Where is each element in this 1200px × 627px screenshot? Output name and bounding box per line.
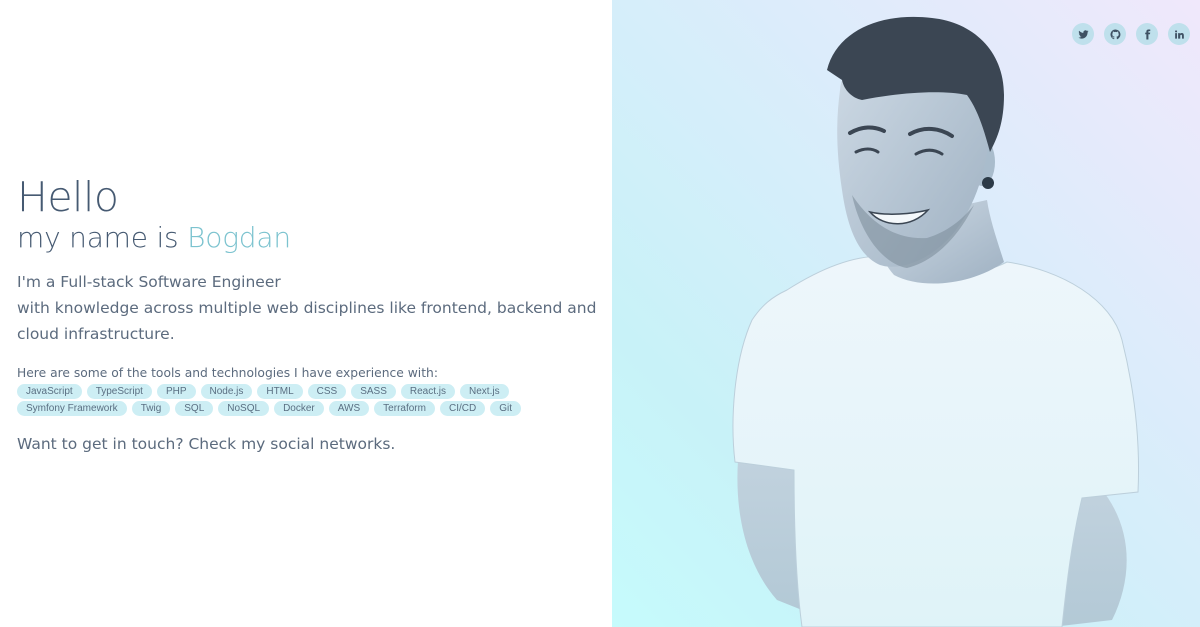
twitter-icon[interactable]	[1072, 23, 1094, 45]
social-links	[1072, 23, 1190, 45]
tech-tag: Twig	[131, 401, 171, 416]
tech-tag: Docker	[274, 401, 324, 416]
name-heading: my name is Bogdan	[17, 221, 597, 255]
intro-panel: Hello my name is Bogdan I'm a Full-stack…	[0, 0, 612, 627]
tech-tag: Symfony Framework	[17, 401, 127, 416]
tech-tag: NoSQL	[218, 401, 270, 416]
tech-tag: JavaScript	[17, 384, 82, 399]
github-icon[interactable]	[1104, 23, 1126, 45]
tech-tags: JavaScript TypeScript PHP Node.js HTML CSS SAS…	[17, 384, 537, 416]
tech-tag: CSS	[307, 384, 347, 399]
tech-tag: Terraform	[374, 401, 435, 416]
description: I'm a Full-stack Software Engineer with …	[17, 269, 597, 347]
tech-tag: Git	[490, 401, 521, 416]
tools-label: Here are some of the tools and technolog…	[17, 366, 438, 380]
tech-tag: TypeScript	[86, 384, 152, 399]
desc-line: with knowledge across multiple web disci…	[17, 299, 597, 343]
portrait-photo	[732, 16, 1140, 627]
tech-tag: AWS	[328, 401, 370, 416]
name-highlight: Bogdan	[187, 221, 291, 254]
tech-tag: Node.js	[200, 384, 253, 399]
tech-tag: Next.js	[460, 384, 509, 399]
facebook-icon[interactable]	[1136, 23, 1158, 45]
hello-heading: Hello	[17, 173, 119, 221]
tech-tag: SQL	[175, 401, 214, 416]
tech-tag: CI/CD	[439, 401, 486, 416]
tech-tag: React.js	[400, 384, 456, 399]
intro: Hello my name is Bogdan I'm a Full-stack…	[17, 173, 597, 454]
linkedin-icon[interactable]	[1168, 23, 1190, 45]
page: Hello my name is Bogdan I'm a Full-stack…	[0, 0, 1200, 627]
name-prefix: my name is	[17, 221, 179, 254]
role-line: I'm a Full-stack Software Engineer	[17, 273, 281, 291]
tech-tag: SASS	[351, 384, 396, 399]
contact-text: Want to get in touch? Check my social ne…	[17, 435, 396, 453]
tech-tag: PHP	[156, 384, 196, 399]
tech-tag: HTML	[257, 384, 303, 399]
photo-panel	[612, 0, 1200, 627]
